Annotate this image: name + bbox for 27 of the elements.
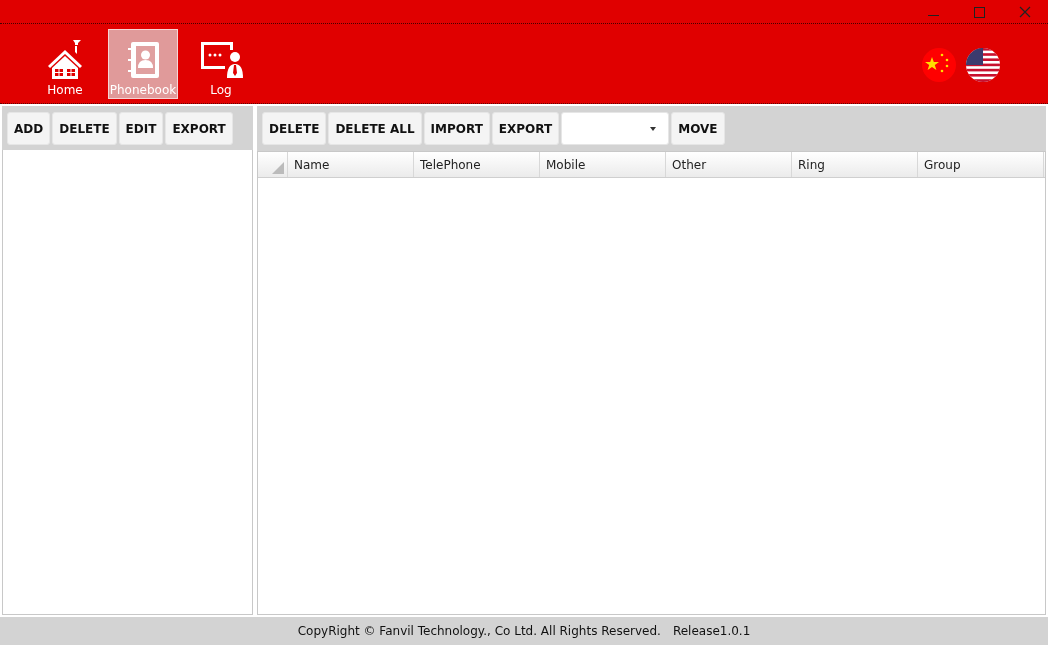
- toolbar-button[interactable]: IMPORT: [423, 112, 490, 145]
- person-chat-icon: [199, 39, 243, 80]
- toolbar-button[interactable]: ADD: [7, 112, 51, 145]
- usa-flag-icon[interactable]: [966, 47, 1000, 82]
- toolbar-button[interactable]: DELETE: [52, 112, 117, 145]
- address-book-icon: [125, 39, 161, 80]
- release-version: Release1.0.1: [672, 624, 751, 638]
- caret-icon: [650, 126, 657, 131]
- column-header[interactable]: Other: [666, 152, 792, 177]
- toolbar-button[interactable]: EXPORT: [165, 112, 233, 145]
- column-header[interactable]: TelePhone: [414, 152, 540, 177]
- select-all-corner-icon[interactable]: [272, 162, 284, 174]
- column-header[interactable]: Ring: [792, 152, 918, 177]
- toolbar-button[interactable]: EDIT: [118, 112, 164, 145]
- column-header[interactable]: Group: [918, 152, 1044, 177]
- nav-tab[interactable]: Home: [30, 28, 100, 99]
- toolbar-button[interactable]: DELETE: [262, 112, 327, 145]
- nav-tab[interactable]: Log: [186, 28, 256, 99]
- group-dropdown[interactable]: [561, 112, 670, 145]
- toolbar-button[interactable]: EXPORT: [491, 112, 560, 145]
- toolbar-button[interactable]: DELETE ALL: [328, 112, 422, 145]
- toolbar-button[interactable]: MOVE: [671, 112, 725, 145]
- china-flag-icon[interactable]: [922, 47, 956, 82]
- column-header[interactable]: Name: [288, 152, 414, 177]
- copyright-text: CopyRight © Fanvil Technology., Co Ltd. All Rights Reserved.: [297, 624, 661, 638]
- house-icon: [46, 37, 84, 80]
- column-header[interactable]: Mobile: [540, 152, 666, 177]
